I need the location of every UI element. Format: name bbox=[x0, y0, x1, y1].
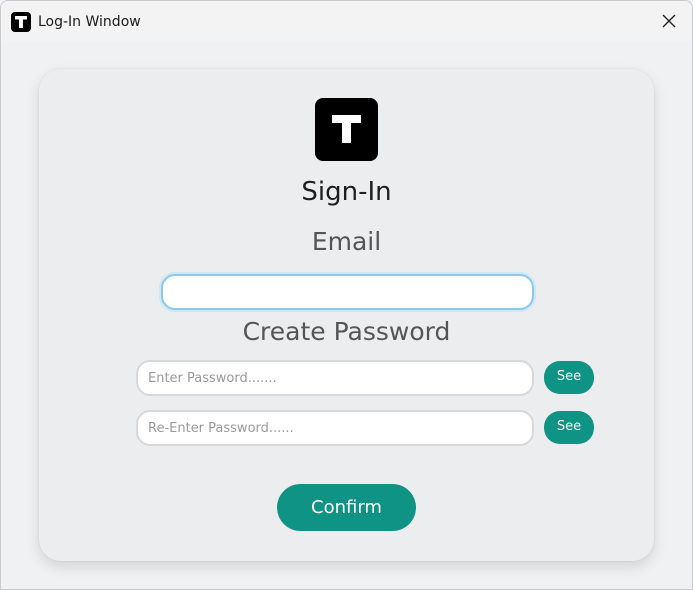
email-label: Email bbox=[311, 227, 382, 256]
reenter-password-input[interactable] bbox=[136, 410, 534, 446]
window-title: Log-In Window bbox=[38, 14, 141, 30]
close-button[interactable] bbox=[646, 1, 692, 41]
create-password-label: Create Password bbox=[242, 317, 451, 346]
signin-heading: Sign-In bbox=[301, 177, 392, 207]
close-icon bbox=[662, 14, 676, 28]
confirm-button[interactable]: Confirm bbox=[277, 484, 416, 531]
see-reenter-password-button[interactable]: See bbox=[544, 411, 594, 444]
password-input[interactable] bbox=[136, 360, 534, 396]
brand-logo-icon bbox=[315, 98, 378, 161]
email-input[interactable] bbox=[161, 274, 534, 310]
signin-card: Sign-In Email Create Password See See Co… bbox=[39, 69, 654, 561]
login-window: Log-In Window Sign-In Email Create Passw… bbox=[0, 0, 693, 590]
title-bar: Log-In Window bbox=[1, 1, 692, 41]
app-logo-icon bbox=[11, 12, 31, 32]
see-password-button[interactable]: See bbox=[544, 361, 594, 394]
